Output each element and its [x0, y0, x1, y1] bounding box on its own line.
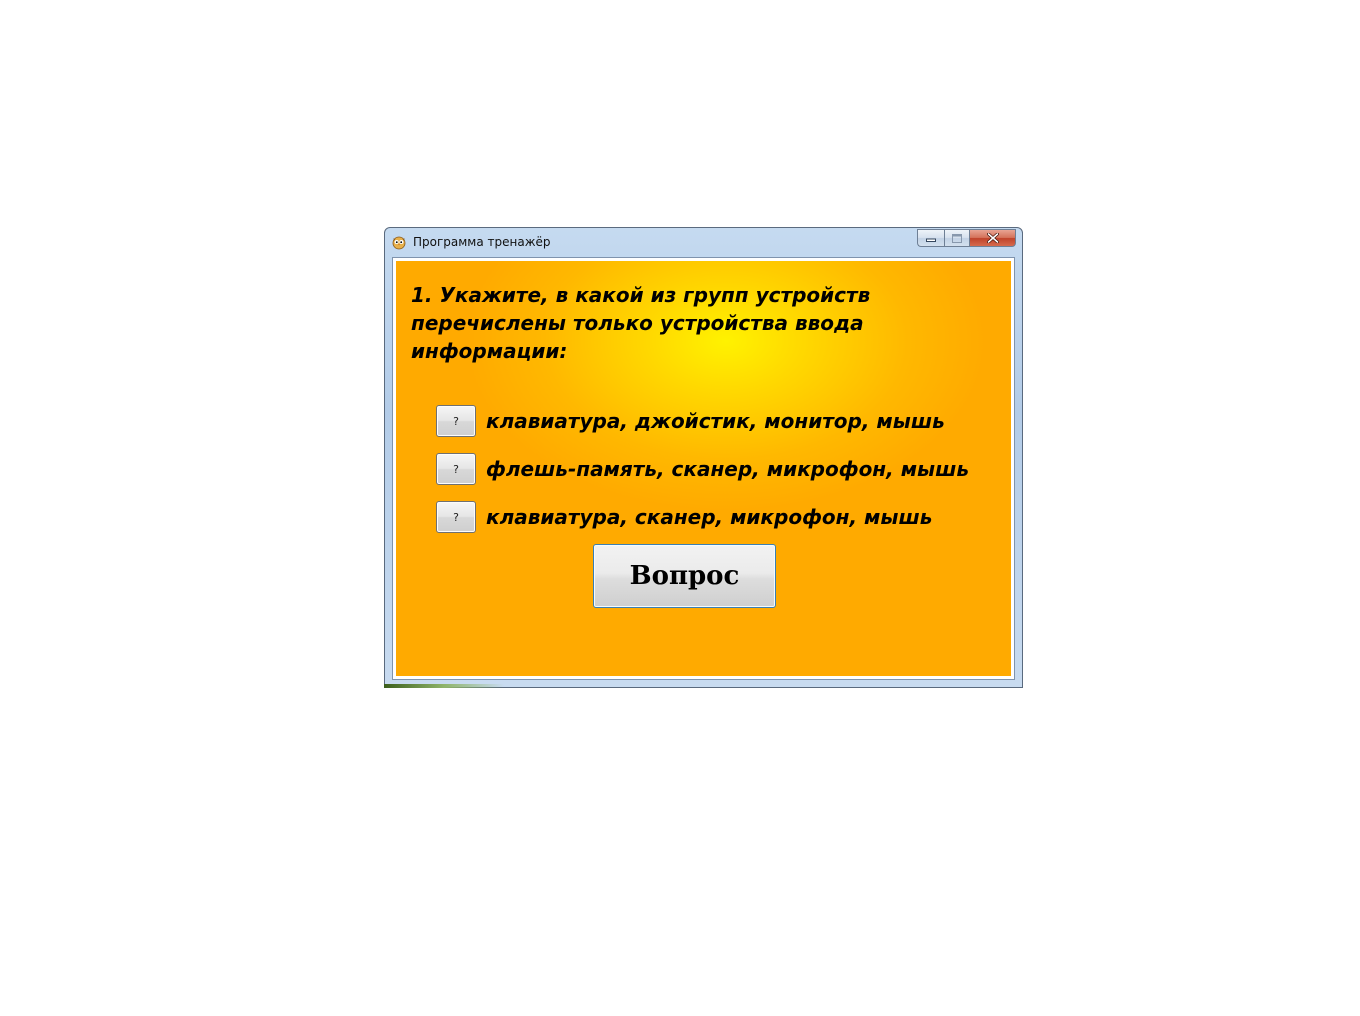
answer-button-3[interactable]: ? [436, 501, 476, 533]
question-button[interactable]: Вопрос [593, 544, 776, 608]
window-title: Программа тренажёр [413, 235, 551, 249]
answer-button-2[interactable]: ? [436, 453, 476, 485]
answer-text-2: флешь-память, сканер, микрофон, мышь [486, 457, 970, 481]
owl-icon[interactable] [391, 234, 407, 250]
answer-row-3: ? клавиатура, сканер, микрофон, мышь [436, 501, 932, 533]
maximize-icon [952, 233, 962, 243]
answer-row-1: ? клавиатура, джойстик, монитор, мышь [436, 405, 945, 437]
window-bottom-accent [384, 684, 504, 688]
maximize-button[interactable] [944, 229, 970, 247]
client-area: 1. Укажите, в какой из групп устройств п… [392, 257, 1015, 680]
question-panel: 1. Укажите, в какой из групп устройств п… [396, 261, 1011, 676]
answer-text-1: клавиатура, джойстик, монитор, мышь [486, 409, 945, 433]
minimize-icon [926, 238, 936, 242]
caption-buttons [917, 229, 1016, 248]
title-bar[interactable]: Программа тренажёр [385, 228, 1022, 256]
answer-text-3: клавиатура, сканер, микрофон, мышь [486, 505, 933, 529]
question-text: 1. Укажите, в какой из групп устройств п… [411, 283, 871, 363]
close-button[interactable] [970, 229, 1016, 247]
close-icon [986, 233, 999, 243]
answer-row-2: ? флешь-память, сканер, микрофон, мышь [436, 453, 969, 485]
answer-button-1[interactable]: ? [436, 405, 476, 437]
minimize-button[interactable] [917, 229, 944, 247]
app-window: Программа тренажёр 1. Укажите, в какой и… [384, 227, 1023, 688]
